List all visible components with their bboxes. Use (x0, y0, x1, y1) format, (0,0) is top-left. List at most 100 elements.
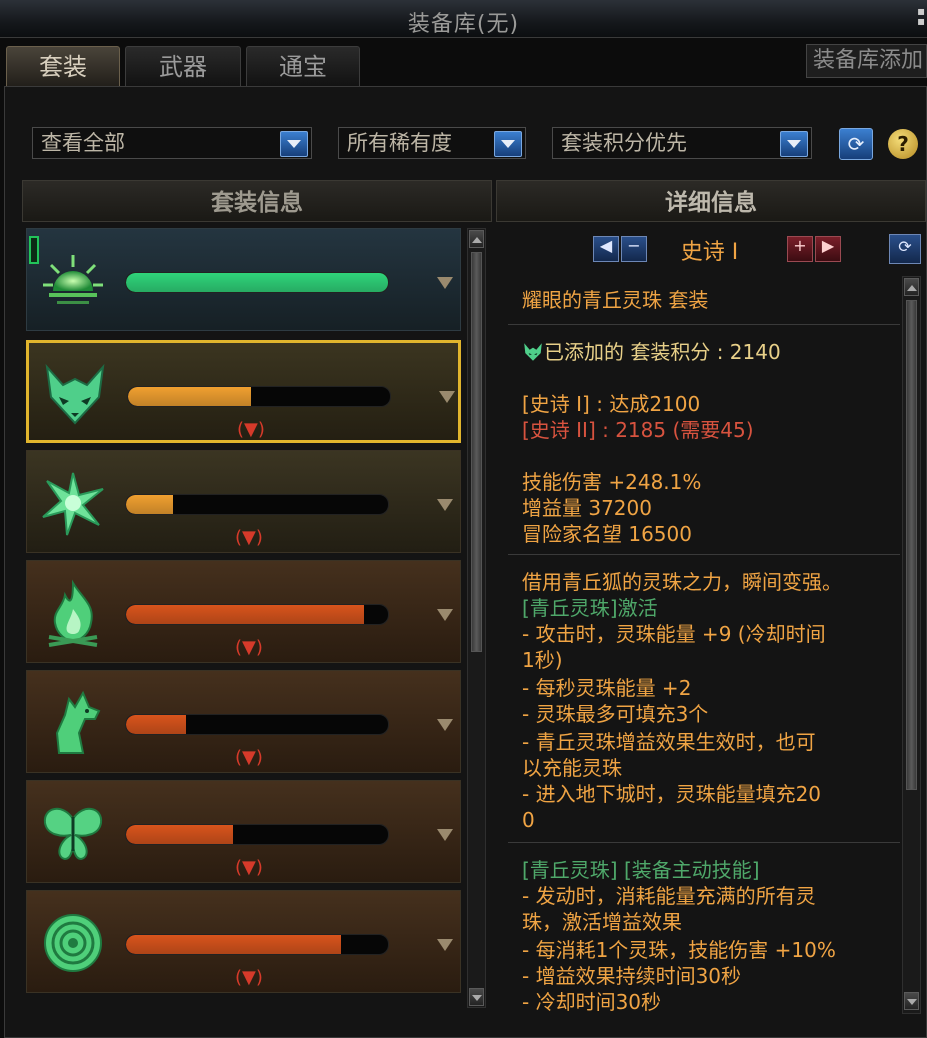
detail-line-text: - 进入地下城时，灵珠能量填充20 (522, 782, 822, 806)
scroll-down-icon[interactable] (469, 988, 484, 1006)
detail-line: 0 (522, 808, 535, 832)
equipped-badge (29, 236, 39, 264)
flame-icon (39, 579, 107, 647)
sort-dropdown[interactable]: 套装积分优先 (552, 127, 812, 159)
detail-line: - 每消耗1个灵珠，技能伤害 +10% (522, 938, 836, 962)
detail-line-text: [青丘灵珠] [装备主动技能] (522, 858, 760, 882)
view-filter-dropdown[interactable]: 查看全部 (32, 127, 312, 159)
expand-arrow-icon[interactable] (437, 829, 453, 841)
detail-line: [青丘灵珠]激活 (522, 596, 658, 620)
detail-refresh-button[interactable]: ⟳ (889, 234, 921, 264)
expand-arrow-icon[interactable] (437, 499, 453, 511)
set-card[interactable]: (▼) (26, 560, 461, 663)
score-diff: (▼) (235, 637, 263, 658)
score-diff: (▼) (235, 527, 263, 548)
detail-line: 以充能灵珠 (522, 756, 622, 780)
set-card[interactable]: (▼) (26, 450, 461, 553)
down-arrow-icon: ▼ (244, 419, 258, 440)
tier-plus-button[interactable]: + (787, 236, 813, 262)
fox-icon (41, 361, 109, 429)
refresh-button[interactable]: ⟳ (839, 128, 873, 160)
chevron-down-icon[interactable] (280, 131, 308, 157)
detail-scroll-thumb[interactable] (906, 300, 917, 790)
chevron-down-icon[interactable] (494, 131, 522, 157)
set-score: (▼) (235, 747, 263, 768)
close-icon[interactable]: ▪ ▪ (917, 5, 925, 28)
score-diff: (▼) (237, 419, 265, 440)
next-tier-arrow-icon[interactable]: ▶ (815, 236, 841, 262)
set-progress-fill (126, 495, 174, 514)
set-card[interactable]: (▼) (26, 670, 461, 773)
tab-treasure[interactable]: 通宝 (246, 46, 360, 86)
rarity-filter-value: 所有稀有度 (347, 131, 452, 155)
set-score: (▼) (235, 527, 263, 548)
set-info-header: 套装信息 (22, 180, 492, 222)
set-progress-bar (125, 272, 389, 293)
expand-arrow-icon[interactable] (437, 609, 453, 621)
detail-line-text: - 灵珠最多可填充3个 (522, 702, 709, 726)
set-card[interactable]: (▼) (26, 890, 461, 993)
tier-name: 史诗 I (680, 240, 739, 265)
scroll-down-icon[interactable] (904, 992, 919, 1010)
rose-icon (39, 909, 107, 977)
detail-line-text: - 攻击时，灵珠能量 +9 (冷却时间 (522, 622, 826, 646)
set-progress-fill (126, 605, 365, 624)
set-progress-bar (127, 386, 391, 407)
set-card[interactable]: (▼) (26, 340, 461, 443)
chevron-down-icon[interactable] (780, 131, 808, 157)
tab-set[interactable]: 套装 (6, 46, 120, 86)
detail-line-text: 增益量 37200 (522, 496, 652, 520)
detail-line-text: 冒险家名望 16500 (522, 522, 692, 546)
set-card[interactable]: (▼) (26, 780, 461, 883)
detail-line-text: 耀眼的青丘灵珠 套装 (522, 288, 709, 312)
detail-line: [史诗 II] : 2185 (需要45) (522, 418, 754, 442)
set-score: (▼) (235, 967, 263, 988)
set-progress-fill (126, 715, 187, 734)
sort-value: 套装积分优先 (561, 131, 687, 155)
rarity-filter-dropdown[interactable]: 所有稀有度 (338, 127, 526, 159)
detail-line: - 增益效果持续时间30秒 (522, 964, 741, 988)
set-list-scroll-thumb[interactable] (471, 252, 482, 652)
expand-arrow-icon[interactable] (437, 939, 453, 951)
tab-weapon[interactable]: 武器 (125, 46, 241, 86)
set-list: (▼) (▼) (▼) (▼) (▼) (▼) (22, 225, 465, 1000)
set-score: (▼) (237, 419, 265, 440)
add-to-storage-box[interactable]: 装备库添加 (806, 44, 927, 78)
divider (508, 324, 900, 325)
detail-line-text: [史诗 I] : 达成2100 (522, 392, 701, 416)
score-diff: (▼) (235, 967, 263, 988)
tab-treasure-label: 通宝 (279, 53, 327, 81)
detail-line: - 每秒灵珠能量 +2 (522, 676, 691, 700)
divider (508, 554, 900, 555)
down-arrow-icon: ▼ (242, 857, 256, 878)
help-button[interactable]: ? (888, 129, 918, 159)
expand-arrow-icon[interactable] (437, 719, 453, 731)
detail-line: - 灵珠最多可填充3个 (522, 702, 708, 726)
scroll-up-icon[interactable] (904, 278, 919, 296)
detail-line: [青丘灵珠] [装备主动技能] (522, 858, 760, 882)
tab-weapon-label: 武器 (159, 53, 207, 81)
detail-line: - 冷却时间30秒 (522, 990, 661, 1014)
set-score: (▼) (235, 637, 263, 658)
scroll-up-icon[interactable] (469, 230, 484, 248)
view-filter-value: 查看全部 (41, 131, 125, 155)
detail-line-text: 1秒) (522, 648, 563, 672)
detail-line: 借用青丘狐的灵珠之力，瞬间变强。 (522, 570, 842, 594)
fox-small-icon (522, 343, 544, 368)
tier-navigator: ◀ − 史诗 I + ▶ ⟳ (497, 230, 922, 268)
detail-line-text: - 每秒灵珠能量 +2 (522, 676, 692, 700)
set-card[interactable] (26, 228, 461, 331)
expand-arrow-icon[interactable] (437, 277, 453, 289)
down-arrow-icon: ▼ (242, 637, 256, 658)
tab-set-label: 套装 (39, 53, 87, 81)
expand-arrow-icon[interactable] (439, 391, 455, 403)
detail-line: 已添加的 套装积分 : 2140 (522, 340, 781, 368)
set-progress-bar (125, 604, 389, 625)
sunrise-icon (39, 247, 107, 315)
detail-line: 1秒) (522, 648, 563, 672)
detail-line: [史诗 I] : 达成2100 (522, 392, 700, 416)
set-progress-bar (125, 494, 389, 515)
detail-line-text: [史诗 II] : 2185 (需要45) (522, 418, 754, 442)
score-diff: (▼) (235, 857, 263, 878)
detail-line-text: - 每消耗1个灵珠，技能伤害 +10% (522, 938, 836, 962)
